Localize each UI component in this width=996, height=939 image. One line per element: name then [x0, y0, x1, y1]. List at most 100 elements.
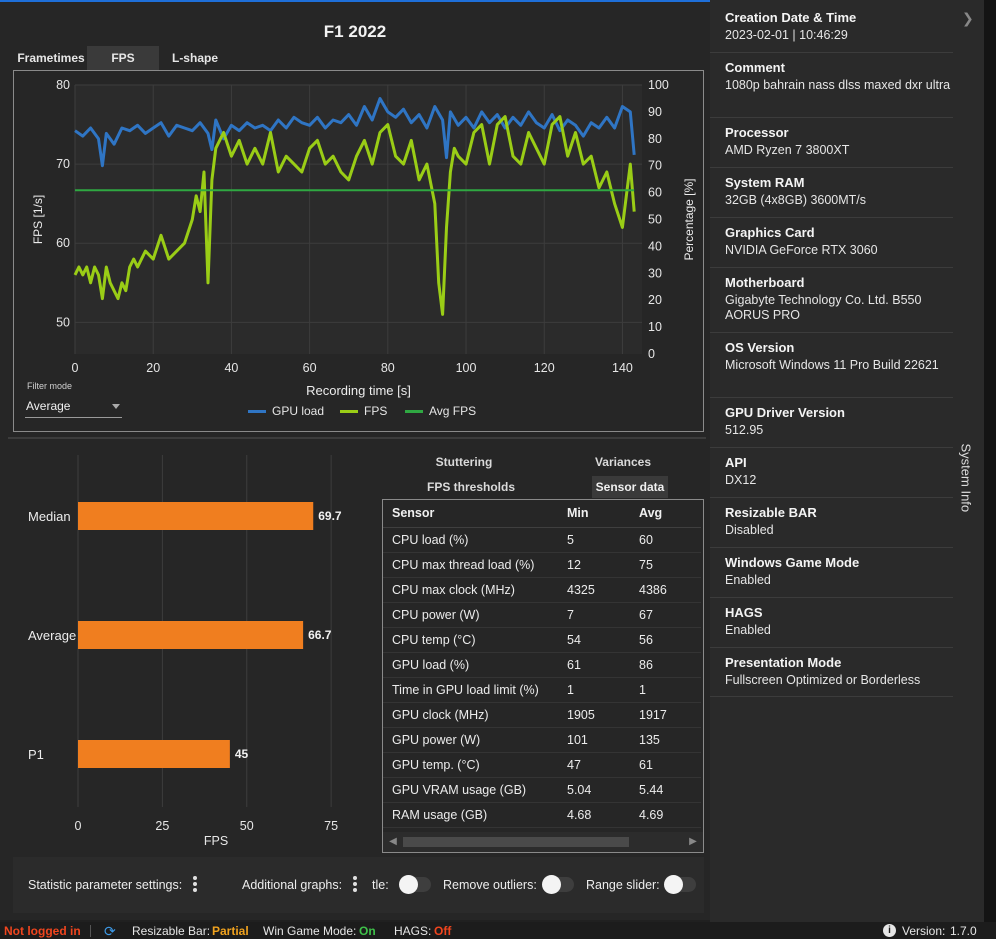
- legend-fps[interactable]: FPS: [340, 402, 387, 420]
- table-row[interactable]: GPU VRAM usage (GB) 5.04 5.44: [383, 777, 701, 803]
- system-info-divider: [710, 167, 953, 168]
- table-row[interactable]: GPU load (%) 61 86: [383, 652, 701, 678]
- scrollbar-thumb[interactable]: [403, 837, 629, 847]
- range-slider-label: Range slider:: [586, 878, 660, 892]
- table-cell: 5.04: [558, 777, 630, 803]
- info-icon[interactable]: i: [883, 924, 896, 937]
- horizontal-scrollbar[interactable]: ◀ ▶: [383, 832, 703, 852]
- system-info-key: OS Version: [725, 340, 795, 355]
- legend-swatch: [340, 409, 358, 413]
- y-axis-label: FPS [1/s]: [31, 195, 45, 244]
- system-info-value: Enabled: [725, 573, 771, 587]
- tab-stuttering[interactable]: Stuttering: [400, 451, 528, 473]
- system-info-item: Creation Date & Time 2023-02-01 | 10:46:2…: [725, 10, 953, 43]
- statistic-settings-menu-button[interactable]: [190, 875, 200, 895]
- column-header-sensor[interactable]: Sensor: [383, 500, 558, 528]
- bar-x-tick-label: 25: [155, 819, 169, 833]
- table-row[interactable]: CPU max thread load (%) 12 75: [383, 552, 701, 578]
- additional-graphs-menu-button[interactable]: [350, 875, 360, 895]
- table-row[interactable]: CPU max clock (MHz) 4325 4386: [383, 577, 701, 603]
- legend-gpu-load[interactable]: GPU load: [248, 402, 324, 420]
- fps-statistics-bar-chart: 0 25 50 75 FPS Median 69.7 Average 66.7 P1 45: [28, 455, 342, 848]
- system-info-divider: [710, 267, 953, 268]
- table-cell: CPU load (%): [383, 527, 558, 553]
- chevron-down-icon: [112, 404, 120, 409]
- table-cell: 101: [558, 727, 630, 753]
- status-bar: Not logged in ⟳ Resizable Bar: Partial W…: [0, 922, 996, 939]
- x-tick-label: 140: [612, 361, 633, 375]
- table-cell: CPU power (W): [383, 602, 558, 628]
- filter-mode-select[interactable]: Average: [25, 396, 122, 418]
- bar-x-tick-label: 75: [324, 819, 338, 833]
- system-info-value: NVIDIA GeForce RTX 3060: [725, 243, 878, 257]
- system-info-item: Presentation Mode Fullscreen Optimized or…: [725, 655, 953, 688]
- system-info-divider: [710, 597, 953, 598]
- cut-toggle[interactable]: [399, 875, 431, 894]
- page-title: F1 2022: [323, 22, 387, 41]
- bar-value-label: 45: [235, 747, 249, 761]
- table-cell: 56: [630, 627, 701, 653]
- legend-avg-fps[interactable]: Avg FPS: [405, 402, 476, 420]
- table-row[interactable]: Time in GPU load limit (%) 1 1: [383, 677, 701, 703]
- tab-variances[interactable]: Variances: [580, 451, 666, 473]
- fps-line-chart[interactable]: 0 20 40 60 80 100 120 140 50 60 70 80 0 10 20 30 40 50 60 7…: [14, 71, 705, 433]
- x-tick-label: 120: [534, 361, 555, 375]
- table-cell: CPU max thread load (%): [383, 552, 558, 578]
- legend-label: Avg FPS: [429, 404, 477, 418]
- system-info-value: 512.95: [725, 423, 764, 437]
- system-info-divider: [710, 696, 953, 697]
- system-info-value: Gigabyte Technology Co. Ltd. B550 AORUS …: [725, 293, 922, 322]
- game-mode-value: On: [359, 924, 376, 938]
- column-header-avg[interactable]: Avg: [630, 500, 701, 528]
- version-value: 1.7.0: [950, 924, 977, 938]
- table-cell: 135: [630, 727, 701, 753]
- bar-median: [78, 502, 314, 530]
- system-info-value: Fullscreen Optimized or Borderless: [725, 673, 921, 687]
- filter-mode-value: Average: [26, 399, 71, 413]
- resizable-bar-value: Partial: [212, 924, 249, 938]
- tab-frametimes[interactable]: Frametimes: [15, 46, 87, 70]
- system-info-key: Creation Date & Time: [725, 10, 857, 25]
- system-info-value: 32GB (4x8GB) 3600MT/s: [725, 193, 867, 207]
- scroll-right-arrow-icon[interactable]: ▶: [686, 835, 700, 849]
- tab-fps-thresholds[interactable]: FPS thresholds: [406, 476, 536, 498]
- table-cell: 1905: [558, 702, 630, 728]
- y2-tick-label: 40: [648, 239, 662, 253]
- system-info-item: Comment 1080p bahrain nass dlss maxed dxr…: [725, 60, 953, 93]
- table-row[interactable]: CPU load (%) 5 60: [383, 527, 701, 553]
- toggle-knob: [399, 875, 418, 894]
- refresh-icon[interactable]: ⟳: [104, 923, 116, 939]
- system-info-item: HAGS Enabled: [725, 605, 953, 638]
- table-row[interactable]: CPU power (W) 7 67: [383, 602, 701, 628]
- table-row[interactable]: GPU clock (MHz) 1905 1917: [383, 702, 701, 728]
- chevron-right-icon[interactable]: ❯: [962, 10, 974, 27]
- system-info-key: System RAM: [725, 175, 805, 190]
- login-status[interactable]: Not logged in: [4, 924, 81, 938]
- system-info-value: 1080p bahrain nass dlss maxed dxr ultra: [725, 78, 951, 92]
- y2-tick-label: 10: [648, 320, 662, 334]
- version-label: Version:: [902, 924, 946, 938]
- system-info-side-tab[interactable]: System Info: [952, 440, 982, 530]
- range-slider-toggle[interactable]: [664, 875, 696, 894]
- game-mode-label: Win Game Mode:: [263, 924, 357, 938]
- tab-sensor-data[interactable]: Sensor data: [592, 476, 668, 498]
- tab-l-shape[interactable]: L-shape: [159, 46, 231, 70]
- table-row[interactable]: GPU temp. (°C) 47 61: [383, 752, 701, 778]
- table-cell: 67: [630, 602, 701, 628]
- system-info-value: DX12: [725, 473, 757, 487]
- table-row[interactable]: RAM usage (GB) 4.68 4.69: [383, 802, 701, 828]
- legend-swatch: [248, 409, 266, 413]
- system-info-item: API DX12: [725, 455, 953, 488]
- scroll-left-arrow-icon[interactable]: ◀: [386, 835, 400, 849]
- table-cell: GPU power (W): [383, 727, 558, 753]
- column-header-min[interactable]: Min: [558, 500, 630, 528]
- x-tick-label: 100: [456, 361, 477, 375]
- tab-fps[interactable]: FPS: [87, 46, 159, 70]
- table-row[interactable]: CPU temp (°C) 54 56: [383, 627, 701, 653]
- table-row[interactable]: GPU power (W) 101 135: [383, 727, 701, 753]
- table-cell: GPU clock (MHz): [383, 702, 558, 728]
- system-info-divider: [710, 397, 953, 398]
- resizable-bar-label: Resizable Bar:: [132, 924, 211, 938]
- remove-outliers-toggle[interactable]: [542, 875, 574, 894]
- system-info-value: Disabled: [725, 523, 774, 537]
